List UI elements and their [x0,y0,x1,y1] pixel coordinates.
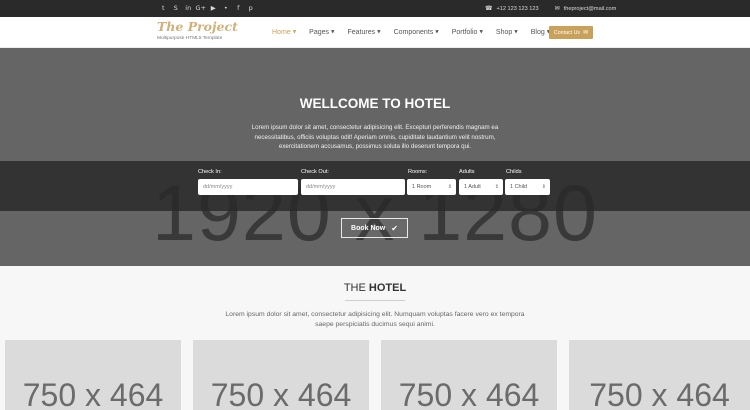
logo[interactable]: The Project [157,19,238,34]
nav-label: Shop [495,29,513,36]
card-image-placeholder: 750 x 464 [22,377,164,410]
nav-item-components[interactable]: Components ▼ [394,29,439,36]
check-out-input[interactable]: dd/mm/yyyy [301,179,405,195]
select-arrows-icon: ⇕ [447,184,452,190]
book-now-button[interactable]: Book Now ✔ [341,218,408,238]
section-title-light: THE [343,282,369,294]
hero-banner: 1920 x 1280 WELLCOME TO HOTEL Lorem ipsu… [0,48,750,266]
nav-label: Portfolio [451,29,478,36]
social-links: t S in G+ ▶ • f p [157,3,257,14]
check-in-input[interactable]: dd/mm/yyyy [198,179,298,195]
section-divider [345,300,405,301]
twitter-icon[interactable]: t [157,3,170,14]
select-arrows-icon: ⇕ [494,184,499,190]
chevron-down-icon: ▼ [331,30,335,35]
top-bar: t S in G+ ▶ • f p ☎ +12 123 123 123 ✉ th… [0,0,750,17]
card-image-placeholder: 750 x 464 [398,377,540,410]
childs-select[interactable]: 1 Child ⇕ [505,179,550,195]
skype-icon[interactable]: S [170,3,183,14]
nav-label: Pages [309,29,330,36]
top-contact: ☎ +12 123 123 123 ✉ theproject@mail.com [485,0,616,17]
section-title: THE HOTEL [0,282,750,294]
chevron-down-icon: ▼ [479,30,483,35]
facebook-icon[interactable]: f [232,3,245,14]
check-icon: ✔ [391,223,398,233]
rooms-label: Rooms: [408,169,428,175]
chevron-down-icon: ▼ [292,30,297,35]
section-text: Lorem ipsum dolor sit amet, consectetur … [225,311,525,328]
card-image-placeholder: 750 x 464 [210,377,352,410]
adults-value: 1 Adult [464,184,481,190]
childs-label: Childs [506,169,522,175]
contact-us-label: Contact Us [553,29,581,36]
gallery-card[interactable]: 750 x 464 [381,340,557,410]
youtube-icon[interactable]: ▶ [207,3,220,14]
card-image-placeholder: 750 x 464 [589,377,730,410]
mail-icon: ✉ [554,5,560,12]
hero-title: WELLCOME TO HOTEL [299,96,451,111]
book-now-label: Book Now [351,224,386,232]
chevron-down-icon: ▼ [514,30,518,35]
flickr-icon[interactable]: • [220,3,233,14]
adults-select[interactable]: 1 Adult ⇕ [459,179,503,195]
google-plus-icon[interactable]: G+ [195,3,208,14]
nav-item-shop[interactable]: Shop ▼ [496,29,518,36]
rooms-select[interactable]: 1 Room ⇕ [407,179,456,195]
nav-label: Features [347,29,376,36]
email-link[interactable]: theproject@mail.com [564,6,617,12]
nav-item-features[interactable]: Features ▼ [347,29,380,36]
childs-value: 1 Child [510,184,528,190]
chevron-down-icon: ▼ [377,30,381,35]
hero-text: Lorem ipsum dolor sit amet, consectetur … [251,124,499,150]
linkedin-icon[interactable]: in [182,3,195,14]
rooms-value: 1 Room [412,184,432,190]
nav-label: Blog [530,29,545,36]
nav-label: Components [393,29,434,36]
contact-us-button[interactable]: Contact Us ✉ [549,26,593,39]
adults-label: Adults [459,169,475,175]
check-out-label: Check Out: [301,169,329,175]
site-header: The Project Multipurpose HTML5 Template … [0,17,750,48]
tagline: Multipurpose HTML5 Template [157,36,223,41]
main-nav: Home ▼ Pages ▼ Features ▼ Components ▼ Portf… [272,17,563,48]
gallery-card[interactable]: 750 x 464 [193,340,369,410]
pinterest-icon[interactable]: p [245,3,258,14]
chevron-down-icon: ▼ [435,30,439,35]
section-title-bold: HOTEL [368,282,407,294]
phone-icon: ☎ [485,5,493,12]
envelope-icon: ✉ [583,29,589,36]
select-arrows-icon: ⇕ [541,184,546,190]
check-in-label: Check In: [198,169,222,175]
gallery-card[interactable]: 750 x 464 [569,340,750,410]
nav-item-blog[interactable]: Blog▼ [531,29,550,36]
nav-label: Home [272,29,291,36]
phone-number: +12 123 123 123 [496,5,539,12]
nav-item-home[interactable]: Home ▼ [272,29,296,36]
hero-image-placeholder: 1920 x 1280 [152,168,598,257]
gallery-card[interactable]: 750 x 464 [5,340,181,410]
nav-item-pages[interactable]: Pages ▼ [309,29,334,36]
nav-item-portfolio[interactable]: Portfolio ▼ [452,29,483,36]
